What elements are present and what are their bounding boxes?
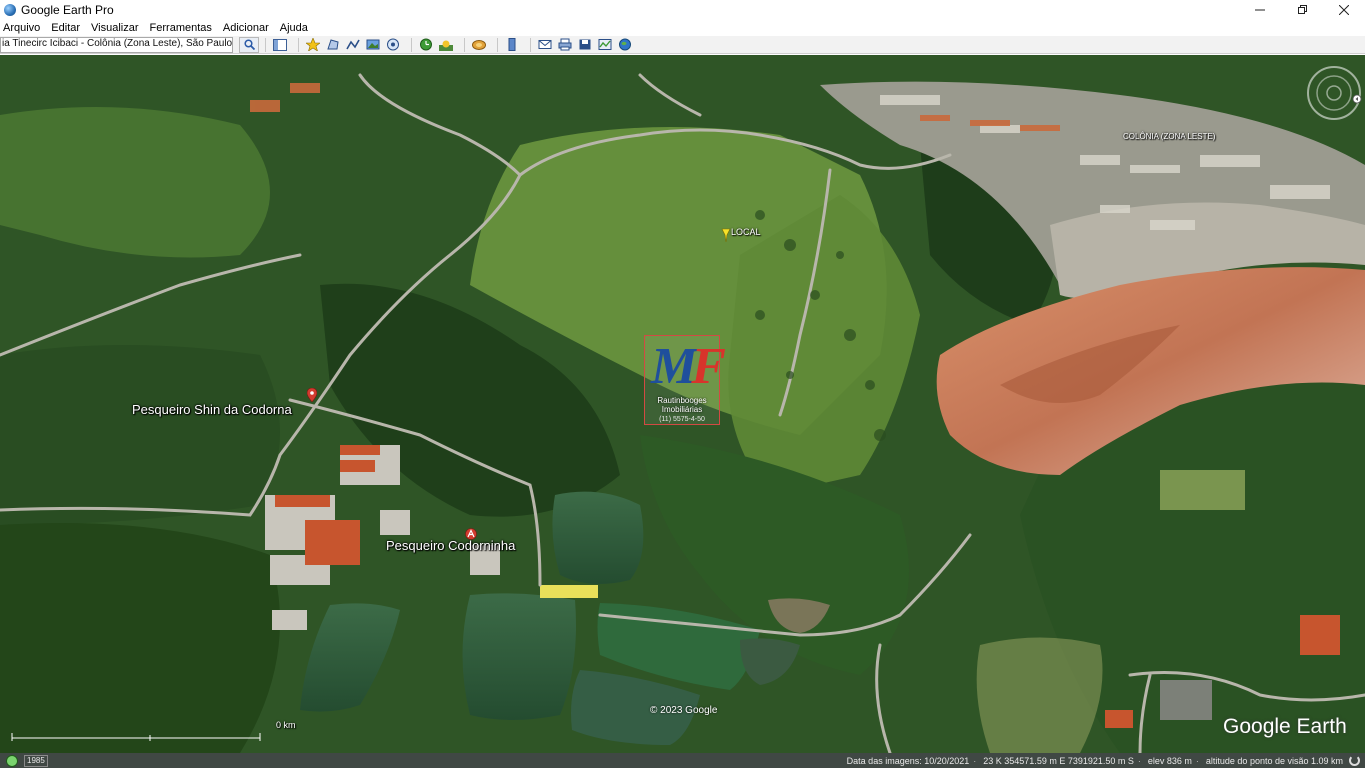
sidebar-icon (273, 38, 287, 51)
pesqueiro-shin-label[interactable]: Pesqueiro Shin da Codorna (132, 402, 292, 417)
imagery-copyright: © 2023 Google (650, 705, 718, 716)
print-icon (558, 38, 572, 51)
toolbar-separator (298, 37, 299, 52)
status-separator: · (1195, 755, 1199, 766)
print-button[interactable] (557, 38, 573, 52)
google-earth-app-icon (4, 4, 16, 16)
menu-editar[interactable]: Editar (51, 22, 80, 34)
view-in-maps-button[interactable] (597, 38, 613, 52)
polygon-icon (327, 39, 339, 50)
add-image-overlay-button[interactable] (365, 38, 381, 52)
menu-bar: Arquivo Editar Visualizar Ferramentas Ad… (0, 20, 1365, 36)
menu-visualizar[interactable]: Visualizar (91, 22, 139, 34)
title-bar: Google Earth Pro (0, 0, 1365, 20)
window-title: Google Earth Pro (21, 3, 114, 17)
add-path-button[interactable] (345, 38, 361, 52)
map-view[interactable]: LOCAL Pesqueiro Shin da Codorna Pesqueir… (0, 55, 1365, 753)
mf-logo-letters: MF (651, 338, 726, 395)
historical-imagery-button[interactable] (418, 38, 434, 52)
scale-bar-label: 0 km (276, 720, 296, 730)
search-button[interactable] (239, 36, 259, 53)
status-separator: · (973, 755, 977, 766)
sunlight-button[interactable] (438, 38, 454, 52)
historical-imagery-icon (420, 38, 432, 51)
toolbar-separator (497, 37, 498, 52)
search-input[interactable]: ia Tinecirc Icibaci - Colônia (Zona Lest… (0, 36, 233, 53)
sidebar-toggle-button[interactable] (272, 38, 288, 52)
close-icon (1339, 5, 1349, 15)
toolbar-separator (265, 37, 266, 52)
colonia-area-label[interactable]: COLÔNIA (ZONA LESTE) (1123, 132, 1215, 141)
toolbar-separator (530, 37, 531, 52)
email-icon (538, 40, 552, 49)
maps-icon (598, 39, 612, 50)
mf-watermark-logo: MF Rautinbooges Imobiliárias (11) 5575-4… (644, 335, 726, 425)
status-separator: · (1137, 755, 1141, 766)
mf-logo-subtitle: Rautinbooges Imobiliárias (657, 396, 707, 414)
pesqueiro-codorninha-label[interactable]: Pesqueiro Codorninha (386, 538, 515, 553)
status-bar: 1985 Data das imagens: 10/20/2021 · 23 K… (0, 753, 1365, 768)
historical-imagery-status-icon[interactable] (6, 754, 18, 767)
search-icon (243, 39, 255, 50)
add-polygon-button[interactable] (325, 38, 341, 52)
cursor-coordinates: 23 K 354571.59 m E 7391921.50 m S (983, 755, 1134, 766)
save-image-icon (579, 39, 591, 50)
sunlight-icon (439, 40, 453, 51)
close-button[interactable] (1323, 0, 1365, 20)
minimize-icon (1255, 9, 1265, 11)
path-icon (346, 39, 360, 50)
planet-icon (472, 40, 486, 50)
record-tour-icon (387, 38, 399, 51)
record-tour-button[interactable] (385, 38, 401, 52)
placemark-icon (306, 38, 320, 51)
ruler-icon (508, 38, 516, 51)
minimize-button[interactable] (1239, 0, 1281, 20)
local-label[interactable]: LOCAL (731, 227, 761, 237)
save-image-button[interactable] (577, 38, 593, 52)
menu-ajuda[interactable]: Ajuda (280, 22, 308, 34)
menu-arquivo[interactable]: Arquivo (3, 22, 40, 34)
toolbar-separator (411, 37, 412, 52)
streaming-progress-icon (1349, 755, 1360, 766)
add-placemark-button[interactable] (305, 38, 321, 52)
toolbar-separator (464, 37, 465, 52)
pesqueiro-shin-marker-icon[interactable] (307, 388, 317, 402)
restore-icon (1298, 5, 1307, 14)
globe-icon (619, 38, 631, 51)
email-button[interactable] (537, 38, 553, 52)
toolbar: ia Tinecirc Icibaci - Colônia (Zona Lest… (0, 36, 1365, 54)
google-earth-logo: Google Earth (1223, 715, 1347, 738)
restore-button[interactable] (1281, 0, 1323, 20)
switch-sky-button[interactable] (471, 38, 487, 52)
eye-altitude-readout: altitude do ponto de visão 1.09 km (1205, 755, 1343, 766)
status-readout: Data das imagens: 10/20/2021 · 23 K 3545… (843, 753, 1343, 768)
elevation-readout: elev 836 m (1147, 755, 1192, 766)
menu-ferramentas[interactable]: Ferramentas (150, 22, 212, 34)
imagery-year[interactable]: 1985 (24, 754, 48, 767)
earth-view-button[interactable] (617, 38, 633, 52)
image-date: Data das imagens: 10/20/2021 (846, 755, 970, 766)
image-overlay-icon (366, 39, 380, 50)
local-pushpin-icon[interactable] (721, 228, 731, 242)
mf-logo-phone: (11) 5575-4-50 (659, 416, 705, 423)
window-controls (1239, 0, 1365, 20)
ruler-button[interactable] (504, 38, 520, 52)
navigation-compass-icon[interactable] (1304, 63, 1362, 121)
menu-adicionar[interactable]: Adicionar (223, 22, 269, 34)
